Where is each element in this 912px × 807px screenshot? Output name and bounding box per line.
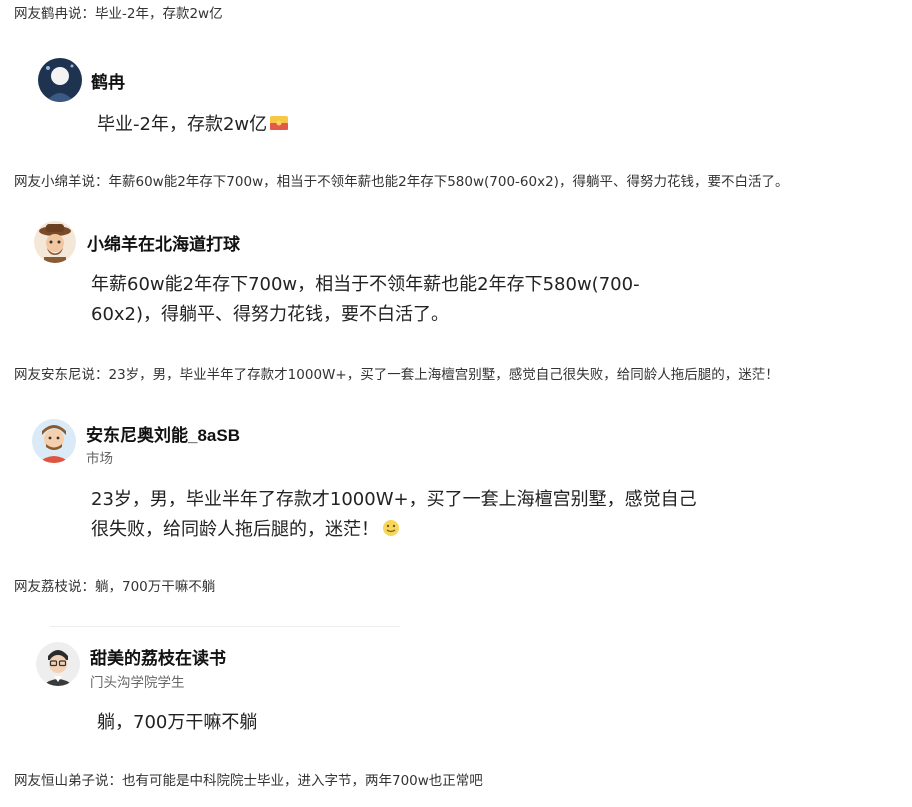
author-name[interactable]: 甜美的荔枝在读书 [90,648,226,670]
comment-card: 甜美的荔枝在读书 门头沟学院学生 躺，700万干嘛不躺 [0,640,912,750]
comment-text: 23岁，男，毕业半年了存款才1000W+，买了一套上海檀宫别墅，感觉自己很失败，… [91,485,701,548]
post-caption: 网友安东尼说：23岁，男，毕业半年了存款才1000W+，买了一套上海檀宫别墅，感… [14,367,779,383]
comment-card: 鹤冉 毕业-2年，存款2w亿 [0,50,912,150]
comment-text: 年薪60w能2年存下700w，相当于不领年薪也能2年存下580w(700-60x… [91,274,640,325]
author-subtitle: 市场 [86,451,113,467]
post-caption: 网友小绵羊说：年薪60w能2年存下700w，相当于不领年薪也能2年存下580w(… [14,174,789,190]
avatar[interactable] [34,221,76,263]
avatar[interactable] [32,419,76,463]
author-name[interactable]: 小绵羊在北海道打球 [87,234,240,256]
avatar[interactable] [38,58,82,102]
comment-card: 安东尼奥刘能_8aSB 市场 23岁，男，毕业半年了存款才1000W+，买了一套… [0,415,912,555]
divider [50,626,400,627]
avatar[interactable] [36,642,80,686]
post-caption: 网友鹤冉说：毕业-2年，存款2w亿 [14,6,223,22]
post-caption: 网友恒山弟子说：也有可能是中科院院士毕业，进入字节，两年700w也正常吧 [14,773,483,789]
author-name[interactable]: 鹤冉 [91,72,125,94]
post-caption: 网友荔枝说：躺，700万干嘛不躺 [14,579,216,595]
comment-text: 躺，700万干嘛不躺 [97,712,258,733]
comment-card: 小绵羊在北海道打球 年薪60w能2年存下700w，相当于不领年薪也能2年存下58… [0,215,912,345]
comment-text-content: 毕业-2年，存款2w亿 [97,114,268,135]
author-name[interactable]: 安东尼奥刘能_8aSB [86,425,240,447]
red-envelope-emoji-icon [269,113,289,143]
comment-text: 毕业-2年，存款2w亿 [97,110,697,143]
face-emoji-icon [381,518,401,548]
author-subtitle: 门头沟学院学生 [90,675,185,691]
